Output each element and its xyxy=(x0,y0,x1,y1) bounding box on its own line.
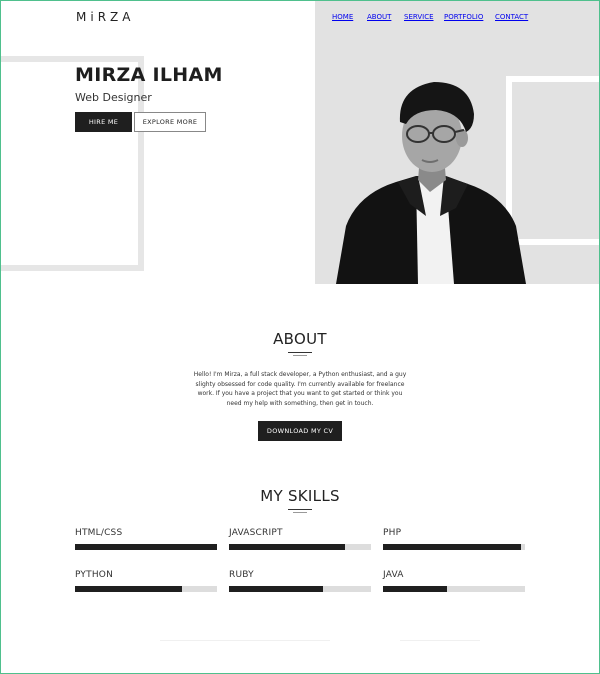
decorative-frame-left xyxy=(0,56,144,271)
skill-bar-html-css xyxy=(75,544,217,550)
explore-more-button[interactable]: EXPLORE MORE xyxy=(134,112,206,132)
skill-bar-java xyxy=(383,586,525,592)
skill-label-python: PYTHON xyxy=(75,570,114,580)
bottom-divider-left xyxy=(160,640,330,641)
skill-label-ruby: RUBY xyxy=(229,570,254,580)
download-cv-button[interactable]: DOWNLOAD MY CV xyxy=(258,421,342,441)
skill-label-javascript: JAVASCRIPT xyxy=(229,528,283,538)
about-title: ABOUT xyxy=(273,330,327,348)
skills-divider xyxy=(288,509,312,510)
profile-photo xyxy=(336,82,526,284)
about-divider-sub xyxy=(293,355,307,356)
skills-title: MY SKILLS xyxy=(260,487,340,505)
nav-about[interactable]: ABOUT xyxy=(367,13,391,21)
skill-fill xyxy=(75,544,217,550)
hero-name: MIRZA ILHAM xyxy=(75,64,223,86)
bottom-divider-right xyxy=(400,640,480,641)
skill-label-html-css: HTML/CSS xyxy=(75,528,123,538)
skill-label-php: PHP xyxy=(383,528,402,538)
skill-fill xyxy=(383,544,521,550)
skill-bar-javascript xyxy=(229,544,371,550)
about-text: Hello! I'm Mirza, a full stack developer… xyxy=(193,371,407,407)
skill-bar-php xyxy=(383,544,525,550)
nav-contact[interactable]: CONTACT xyxy=(495,13,528,21)
about-divider xyxy=(288,352,312,353)
skill-bar-python xyxy=(75,586,217,592)
hero-role: Web Designer xyxy=(75,91,152,104)
nav-home[interactable]: HOME xyxy=(332,13,353,21)
nav-service[interactable]: SERVICE xyxy=(404,13,434,21)
site-logo[interactable]: MiRZA xyxy=(76,10,134,24)
hire-me-button[interactable]: HIRE ME xyxy=(75,112,132,132)
skill-fill xyxy=(383,586,447,592)
skill-fill xyxy=(229,544,346,550)
nav-portfolio[interactable]: PORTFOLIO xyxy=(444,13,483,21)
skill-bar-ruby xyxy=(229,586,371,592)
skills-divider-sub xyxy=(293,512,307,513)
skill-fill xyxy=(229,586,323,592)
skill-label-java: JAVA xyxy=(383,570,404,580)
skill-fill xyxy=(75,586,182,592)
